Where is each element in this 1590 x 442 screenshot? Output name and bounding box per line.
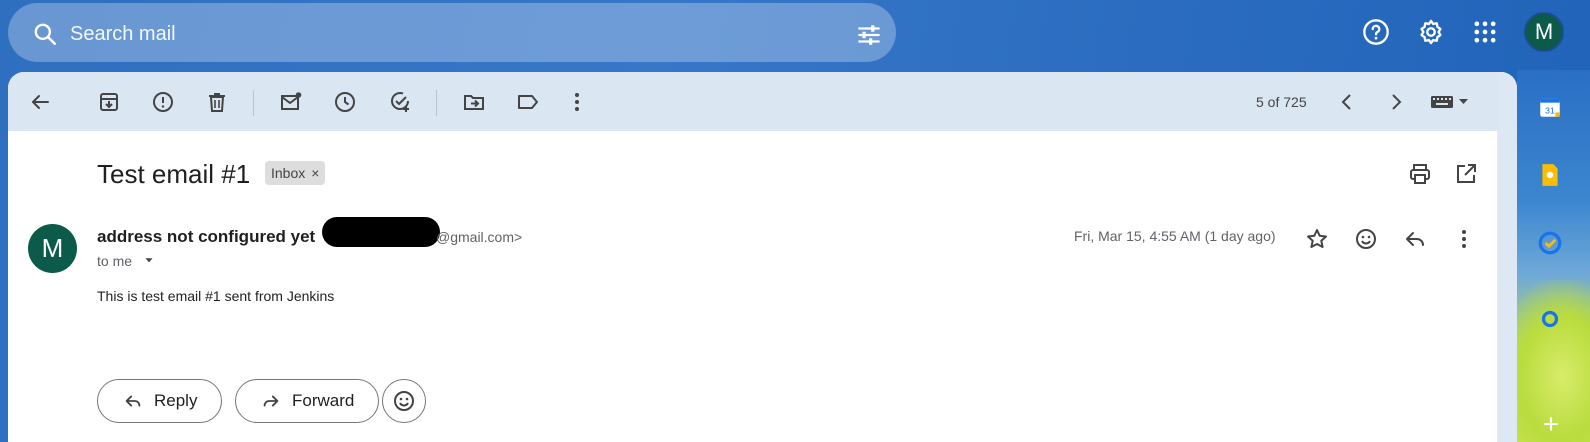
add-to-tasks-icon[interactable] [388, 90, 412, 114]
move-to-folder-icon[interactable] [462, 90, 486, 114]
account-avatar[interactable]: M [1524, 12, 1564, 52]
add-addon-icon[interactable] [1541, 414, 1561, 434]
email-body: This is test email #1 sent from Jenkins [97, 288, 335, 304]
calendar-icon[interactable]: 31 [1537, 94, 1563, 120]
label-chip-text: Inbox [271, 165, 306, 181]
remove-label-button[interactable]: × [311, 165, 319, 181]
search-bar[interactable]: Search mail [8, 3, 896, 62]
calendar-day: 31 [1545, 106, 1555, 116]
mark-unread-icon[interactable] [279, 90, 303, 114]
forward-icon [263, 395, 279, 407]
sender-name: address not configured yet [97, 227, 316, 246]
newer-chevron-left-icon[interactable] [1335, 90, 1359, 114]
message-content: Test email #1 Inbox × M address not conf… [8, 131, 1497, 442]
inbox-label-chip: Inbox × [265, 161, 326, 185]
sender-email: @gmail.com> [436, 229, 523, 245]
redacted-email-block [322, 217, 440, 247]
message-view: 5 of 725 Test email #1 Inbox × M address… [8, 72, 1517, 442]
older-chevron-right-icon[interactable] [1384, 90, 1408, 114]
search-options-icon[interactable] [856, 22, 882, 48]
settings-gear-icon[interactable] [1417, 18, 1445, 46]
right-scroll-strip [1497, 72, 1517, 442]
toolbar-divider [253, 90, 254, 116]
smiley-icon [394, 391, 414, 411]
recipient-summary[interactable]: to me [97, 253, 132, 269]
react-emoji-button[interactable] [382, 379, 426, 423]
tasks-icon[interactable] [1537, 230, 1563, 256]
email-subject: Test email #1 [97, 159, 251, 189]
message-toolbar: 5 of 725 [8, 72, 1497, 131]
keep-icon[interactable] [1537, 162, 1563, 188]
input-tools-keyboard-icon[interactable] [1429, 90, 1473, 114]
open-new-window-icon[interactable] [1454, 162, 1478, 186]
back-arrow-icon[interactable] [28, 90, 52, 114]
snooze-clock-icon[interactable] [333, 90, 357, 114]
message-date: Fri, Mar 15, 4:55 AM (1 day ago) [1074, 228, 1276, 244]
delete-trash-icon[interactable] [205, 90, 229, 114]
show-details-caret-icon[interactable] [142, 253, 156, 267]
more-options-icon[interactable] [565, 90, 589, 114]
reply-button-label: Reply [154, 391, 198, 410]
print-icon[interactable] [1408, 162, 1432, 186]
search-input[interactable]: Search mail [70, 23, 176, 46]
report-spam-icon[interactable] [151, 90, 175, 114]
pagination-count: 5 of 725 [1256, 94, 1307, 110]
toolbar-divider [436, 90, 437, 116]
help-icon[interactable] [1362, 18, 1390, 46]
reply-icon [125, 395, 141, 407]
archive-icon[interactable] [97, 90, 121, 114]
reply-button[interactable]: Reply [97, 379, 223, 423]
star-icon[interactable] [1305, 227, 1329, 251]
forward-button-label: Forward [292, 391, 355, 410]
search-icon[interactable] [32, 21, 58, 47]
reply-arrow-icon[interactable] [1403, 227, 1427, 251]
emoji-reaction-icon[interactable] [1354, 227, 1378, 251]
message-more-icon[interactable] [1452, 227, 1476, 251]
apps-grid-icon[interactable] [1471, 18, 1499, 46]
label-tag-icon[interactable] [516, 90, 540, 114]
sender-avatar[interactable]: M [28, 224, 77, 273]
contacts-icon[interactable] [1537, 306, 1563, 332]
forward-button[interactable]: Forward [235, 379, 380, 423]
